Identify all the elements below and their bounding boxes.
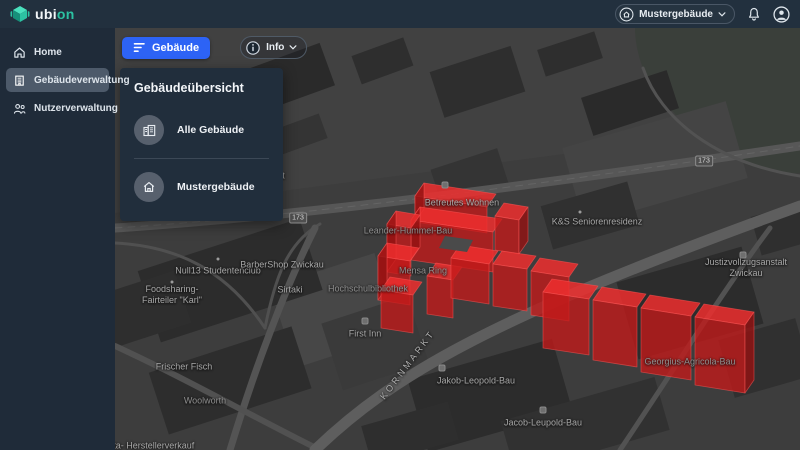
info-icon — [245, 40, 261, 56]
gebaeude-button-label: Gebäude — [152, 42, 199, 54]
cube-logo-icon — [10, 5, 30, 23]
home-circle-icon — [619, 7, 634, 22]
poi-icon — [740, 252, 747, 259]
user-menu-button[interactable] — [773, 6, 790, 23]
panel-item-label: Alle Gebäude — [177, 124, 244, 136]
buildings-icon — [134, 115, 164, 145]
top-bar: ubion Mustergebäude — [0, 0, 800, 28]
map-toolbar: Gebäude Info — [122, 36, 307, 59]
divider — [134, 158, 269, 159]
app-logo: ubion — [10, 5, 75, 23]
gebaeude-filter-button[interactable]: Gebäude — [122, 37, 210, 59]
sidebar-item-home[interactable]: Home — [6, 40, 109, 64]
info-dropdown[interactable]: Info — [240, 36, 307, 59]
info-label: Info — [266, 42, 284, 53]
sidebar-nav: Home Gebäudeverwaltung Nutzerverwaltung — [0, 28, 115, 450]
panel-title: Gebäudeübersicht — [134, 81, 269, 95]
poi-icon — [362, 318, 369, 325]
sidebar-item-label: Home — [34, 47, 62, 58]
chevron-down-icon — [718, 12, 726, 17]
poi-icon — [579, 211, 582, 214]
home-icon — [13, 46, 26, 59]
sidebar-item-label: Gebäudeverwaltung — [34, 75, 130, 86]
sidebar-item-nutzerverwaltung[interactable]: Nutzerverwaltung — [6, 96, 109, 120]
chevron-down-icon — [289, 45, 297, 50]
building-selector-label: Mustergebäude — [639, 9, 713, 20]
poi-icon — [171, 281, 174, 284]
filter-list-icon — [133, 42, 146, 53]
poi-icon — [217, 258, 220, 261]
bell-icon — [747, 7, 761, 22]
sidebar-item-label: Nutzerverwaltung — [34, 103, 118, 114]
poi-icon — [439, 365, 446, 372]
panel-item-label: Mustergebäude — [177, 181, 255, 193]
gebaeudeuebersicht-panel: Gebäudeübersicht Alle Gebäude Musterge — [120, 68, 283, 221]
user-avatar-icon — [773, 6, 790, 23]
sidebar-item-gebaeudeverwaltung[interactable]: Gebäudeverwaltung — [6, 68, 109, 92]
building-management-icon — [13, 74, 26, 87]
users-icon — [13, 102, 26, 115]
map-canvas[interactable]: Grundbuchamt Betreutes Wohnen K&S Senior… — [115, 28, 800, 450]
poi-icon — [540, 407, 547, 414]
panel-item-alle-gebaeude[interactable]: Alle Gebäude — [134, 108, 269, 152]
building-selector-dropdown[interactable]: Mustergebäude — [615, 4, 735, 24]
poi-icon — [442, 182, 449, 189]
notifications-button[interactable] — [747, 7, 761, 22]
brand-wordmark: ubion — [35, 6, 75, 22]
panel-item-mustergebaeude[interactable]: Mustergebäude — [134, 165, 269, 209]
home-icon — [134, 172, 164, 202]
